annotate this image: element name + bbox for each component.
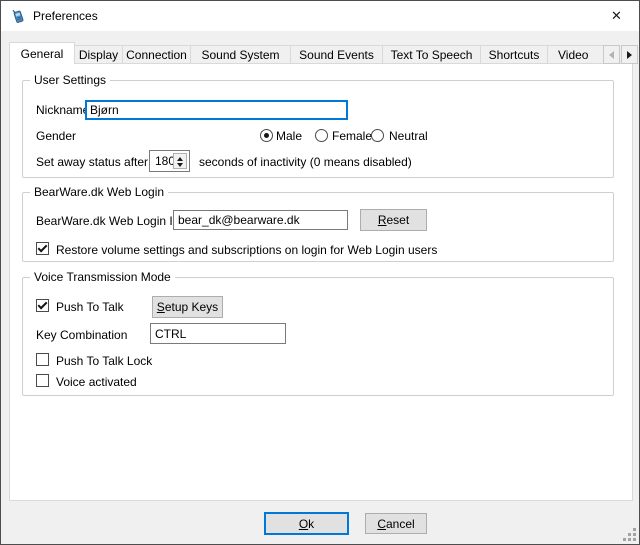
close-button[interactable]: ✕ [594,1,639,31]
web-login-group-title: BearWare.dk Web Login [30,185,168,199]
web-login-group: BearWare.dk Web Login BearWare.dk Web Lo… [22,192,614,262]
restore-volume-label[interactable]: Restore volume settings and subscription… [56,243,437,257]
web-login-id-label: BearWare.dk Web Login ID [36,214,181,228]
gender-label: Gender [36,129,76,143]
away-status-prefix-label: Set away status after [36,155,148,169]
gender-neutral-label[interactable]: Neutral [389,129,428,143]
tab-sound-system[interactable]: Sound System [190,45,291,63]
push-to-talk-lock-label[interactable]: Push To Talk Lock [56,354,152,368]
tab-general[interactable]: General [9,42,75,64]
user-settings-group: User Settings Nickname Gender Male Femal… [22,80,614,178]
tab-shortcuts[interactable]: Shortcuts [480,45,548,63]
window-title: Preferences [33,9,98,23]
spin-down-icon[interactable] [177,163,183,167]
tab-sound-events[interactable]: Sound Events [290,45,383,63]
gender-female-label[interactable]: Female [332,129,372,143]
tab-scroll-right-button[interactable] [621,45,638,64]
tab-video[interactable]: Video [547,45,604,63]
tab-display[interactable]: Display [74,45,123,63]
reset-button[interactable]: Reset [360,209,427,231]
web-login-id-input[interactable] [173,210,348,230]
spin-up-icon[interactable] [177,157,183,161]
ok-button[interactable]: Ok [264,512,349,535]
general-tab-page: User Settings Nickname Gender Male Femal… [9,63,633,501]
user-settings-group-title: User Settings [30,73,110,87]
tab-connection[interactable]: Connection [122,45,191,63]
key-combination-input[interactable] [150,323,286,344]
titlebar: Preferences ✕ [1,1,639,31]
push-to-talk-lock-checkbox[interactable] [36,353,49,366]
tab-text-to-speech[interactable]: Text To Speech [382,45,481,63]
tab-scroll-left-button [603,45,620,64]
gender-radio-neutral[interactable] [371,129,384,142]
spinner-buttons[interactable] [173,153,187,169]
preferences-dialog: Preferences ✕ General Display Connection… [0,0,640,545]
voice-activated-checkbox[interactable] [36,374,49,387]
voice-transmission-group-title: Voice Transmission Mode [30,270,175,284]
gender-male-label[interactable]: Male [276,129,302,143]
push-to-talk-label[interactable]: Push To Talk [56,300,124,314]
tab-scroll-right-icon [627,51,632,59]
nickname-input[interactable] [85,100,348,120]
resize-grip[interactable] [622,527,636,541]
push-to-talk-checkbox[interactable] [36,299,49,312]
key-combination-label: Key Combination [36,328,127,342]
app-icon [10,8,26,24]
close-icon: ✕ [611,8,622,24]
cancel-button[interactable]: Cancel [365,513,427,534]
nickname-label: Nickname [36,103,89,117]
gender-radio-female[interactable] [315,129,328,142]
restore-volume-checkbox[interactable] [36,242,49,255]
gender-radio-male[interactable] [260,129,273,142]
away-status-suffix-label: seconds of inactivity (0 means disabled) [199,155,412,169]
away-seconds-spinner[interactable]: 180 [149,150,190,172]
voice-activated-label[interactable]: Voice activated [56,375,137,389]
setup-keys-button[interactable]: Setup Keys [152,296,223,318]
voice-transmission-group: Voice Transmission Mode Push To Talk Set… [22,277,614,396]
tab-scroll-left-icon [609,51,614,59]
